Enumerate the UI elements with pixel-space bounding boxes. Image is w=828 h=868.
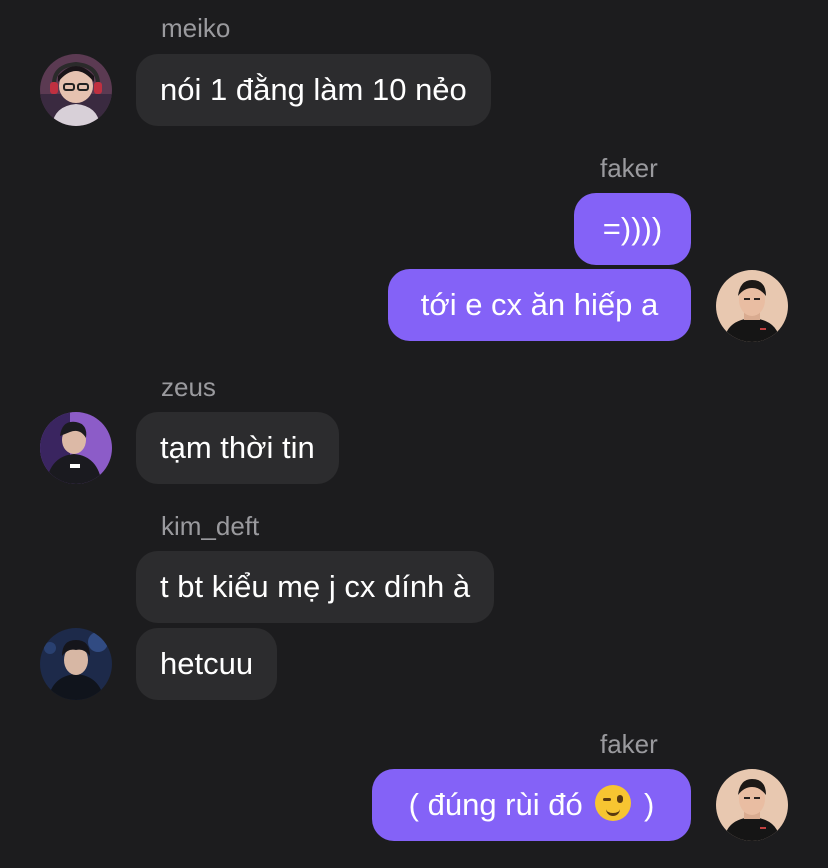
message-text-after: ) xyxy=(643,787,655,822)
avatar-faker[interactable] xyxy=(716,270,788,342)
avatar-zeus-image xyxy=(40,412,112,484)
message-bubble-faker-2[interactable]: tới e cx ăn hiếp a xyxy=(388,269,691,341)
avatar-kim-deft[interactable] xyxy=(40,628,112,700)
avatar-kim-deft-image xyxy=(40,628,112,700)
sender-name-faker-2: faker xyxy=(600,729,658,759)
sender-name-faker: faker xyxy=(600,153,658,183)
winking-face-icon xyxy=(595,785,632,821)
avatar-faker-2[interactable] xyxy=(716,769,788,841)
avatar-faker-image xyxy=(716,270,788,342)
message-bubble-kim-deft-2[interactable]: hetcuu xyxy=(136,628,278,700)
message-bubble-zeus[interactable]: tạm thời tin xyxy=(136,412,339,484)
avatar-faker-image-2 xyxy=(716,769,788,841)
sender-name-meiko: meiko xyxy=(161,13,231,43)
sender-name-kim-deft: kim_deft xyxy=(161,511,260,541)
avatar-zeus[interactable] xyxy=(40,412,112,484)
message-bubble-faker-1[interactable]: =)))) xyxy=(574,193,691,265)
chat-thread: meiko nói 1 đằng làm 10 nẻo faker =)))) … xyxy=(0,0,828,868)
sender-name-zeus: zeus xyxy=(161,372,216,402)
avatar-meiko-image xyxy=(40,54,112,126)
message-bubble-kim-deft-1[interactable]: t bt kiểu mẹ j cx dính à xyxy=(136,551,495,623)
avatar-meiko[interactable] xyxy=(40,54,112,126)
message-text-before: ( đúng rùi đó xyxy=(408,787,583,822)
message-bubble-faker-3[interactable]: ( đúng rùi đó ) xyxy=(372,769,691,841)
message-bubble-meiko[interactable]: nói 1 đằng làm 10 nẻo xyxy=(136,54,491,126)
